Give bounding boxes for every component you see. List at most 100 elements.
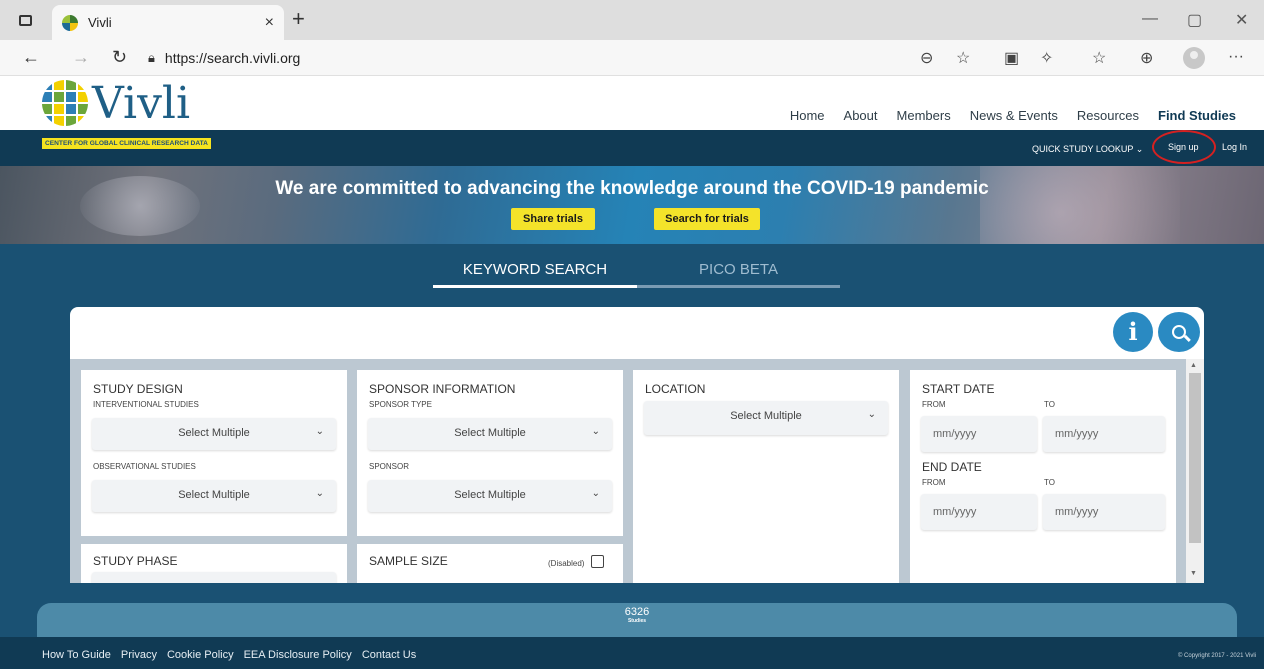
tab-pico-beta[interactable]: PICO BETA <box>637 258 840 288</box>
sponsor-label: SPONSOR <box>369 462 410 471</box>
interventional-label: INTERVENTIONAL STUDIES <box>93 400 199 409</box>
url-field[interactable]: 🔒︎ https://search.vivli.org <box>148 45 468 71</box>
chevron-down-icon: ⌄ <box>591 488 600 499</box>
location-panel: LOCATION Select Multiple ⌄ <box>633 370 899 583</box>
search-mode-tabs: KEYWORD SEARCH PICO BETA <box>433 258 840 288</box>
scroll-thumb[interactable] <box>1189 373 1201 543</box>
footer-links: How To Guide Privacy Cookie Policy EEA D… <box>42 649 416 661</box>
sample-size-panel: SAMPLE SIZE (Disabled) <box>357 544 623 583</box>
footer-how-to-guide[interactable]: How To Guide <box>42 649 111 661</box>
start-from-label: FROM <box>922 400 946 409</box>
nav-members[interactable]: Members <box>897 108 951 123</box>
new-tab-icon[interactable]: + <box>292 8 305 30</box>
profile-icon[interactable] <box>1183 47 1205 69</box>
footer-cookie-policy[interactable]: Cookie Policy <box>167 649 234 661</box>
keyword-search-input[interactable] <box>70 307 1204 359</box>
close-window-icon[interactable]: ✕ <box>1235 10 1248 30</box>
chevron-down-icon: ⌄ <box>591 426 600 437</box>
scroll-down-icon[interactable]: ▼ <box>1190 570 1197 577</box>
study-phase-title: STUDY PHASE <box>93 554 178 568</box>
collections-icon[interactable]: ⊕ <box>1140 48 1153 68</box>
sample-size-checkbox[interactable] <box>591 555 604 568</box>
study-phase-select[interactable] <box>92 572 336 583</box>
observational-select-value: Select Multiple <box>178 489 250 501</box>
start-to-input[interactable]: mm/yyyy <box>1043 416 1165 452</box>
url-text: https://search.vivli.org <box>164 50 301 66</box>
logo-text: Vivli <box>92 78 191 129</box>
vivli-logo[interactable]: Vivli <box>42 80 190 126</box>
extension-icon[interactable]: ▣ <box>1004 48 1019 68</box>
copyright: © Copyright 2017 - 2021 Vivli <box>1177 653 1256 659</box>
tab-close-icon[interactable]: × <box>265 14 274 32</box>
observational-select[interactable]: Select Multiple ⌄ <box>92 480 336 512</box>
search-trials-button[interactable]: Search for trials <box>654 208 760 230</box>
browser-address-bar: ← → ↻ 🔒︎ https://search.vivli.org ⊖ ☆ ▣ … <box>0 40 1264 76</box>
logo-tagline: CENTER FOR GLOBAL CLINICAL RESEARCH DATA <box>42 138 211 149</box>
sponsor-type-select[interactable]: Select Multiple ⌄ <box>368 418 612 450</box>
sponsor-title: SPONSOR INFORMATION <box>369 382 516 396</box>
nav-resources[interactable]: Resources <box>1077 108 1139 123</box>
end-from-label: FROM <box>922 478 946 487</box>
share-trials-button[interactable]: Share trials <box>511 208 595 230</box>
end-to-label: TO <box>1044 478 1055 487</box>
start-to-label: TO <box>1044 400 1055 409</box>
sample-size-title: SAMPLE SIZE <box>369 554 448 568</box>
sample-size-disabled-label: (Disabled) <box>548 559 585 568</box>
read-aloud-icon[interactable]: ☆ <box>956 48 970 68</box>
footer-contact-us[interactable]: Contact Us <box>362 649 416 661</box>
start-date-title: START DATE <box>922 382 995 396</box>
vivli-logo-icon <box>42 80 88 126</box>
restore-icon[interactable]: ▢ <box>1187 10 1202 30</box>
date-panel: START DATE FROM TO mm/yyyy mm/yyyy END D… <box>910 370 1176 583</box>
study-design-title: STUDY DESIGN <box>93 382 183 396</box>
info-button[interactable]: i <box>1113 312 1153 352</box>
tab-actions-icon <box>18 14 32 26</box>
observational-label: OBSERVATIONAL STUDIES <box>93 462 196 471</box>
forward-icon[interactable]: → <box>72 47 90 68</box>
footer-eea-disclosure[interactable]: EEA Disclosure Policy <box>244 649 352 661</box>
scroll-up-icon[interactable]: ▲ <box>1190 362 1197 369</box>
nav-find-studies[interactable]: Find Studies <box>1158 108 1236 123</box>
interventional-select[interactable]: Select Multiple ⌄ <box>92 418 336 450</box>
study-phase-panel: STUDY PHASE <box>81 544 347 583</box>
zoom-out-icon[interactable]: ⊖ <box>920 48 933 68</box>
start-from-input[interactable]: mm/yyyy <box>921 416 1037 452</box>
browser-tab-bar: Vivli × + — ▢ ✕ <box>0 0 1264 40</box>
extensions-icon[interactable]: ✧ <box>1040 48 1053 68</box>
back-icon[interactable]: ← <box>22 47 40 68</box>
location-select[interactable]: Select Multiple ⌄ <box>644 401 888 435</box>
study-design-panel: STUDY DESIGN INTERVENTIONAL STUDIES Sele… <box>81 370 347 536</box>
filters-scrollbar[interactable]: ▲ ▼ <box>1186 359 1204 583</box>
tab-keyword-search[interactable]: KEYWORD SEARCH <box>433 258 637 288</box>
search-button[interactable] <box>1158 312 1200 352</box>
login-link[interactable]: Log In <box>1222 142 1247 152</box>
refresh-icon[interactable]: ↻ <box>112 47 127 68</box>
results-label: Studies <box>627 618 647 624</box>
browser-tab[interactable]: Vivli × <box>52 5 284 40</box>
footer: How To Guide Privacy Cookie Policy EEA D… <box>0 637 1264 669</box>
tab-title: Vivli <box>88 15 112 30</box>
chevron-down-icon: ⌄ <box>867 409 876 420</box>
favorites-icon[interactable]: ☆ <box>1092 48 1106 68</box>
sponsor-type-select-value: Select Multiple <box>454 427 526 439</box>
nav-about[interactable]: About <box>844 108 878 123</box>
results-bar[interactable]: 6326 Studies <box>37 603 1237 637</box>
covid-banner: We are committed to advancing the knowle… <box>0 166 1264 244</box>
sponsor-select[interactable]: Select Multiple ⌄ <box>368 480 612 512</box>
nav-home[interactable]: Home <box>790 108 825 123</box>
minimize-icon[interactable]: — <box>1142 10 1158 28</box>
tab-actions-button[interactable] <box>14 10 36 30</box>
end-to-input[interactable]: mm/yyyy <box>1043 494 1165 530</box>
quick-study-lookup-dropdown[interactable]: QUICK STUDY LOOKUP ⌄ <box>1032 144 1143 155</box>
filters-area: STUDY DESIGN INTERVENTIONAL STUDIES Sele… <box>70 359 1204 583</box>
search-icon <box>1172 325 1186 339</box>
nav-news-events[interactable]: News & Events <box>970 108 1058 123</box>
footer-privacy[interactable]: Privacy <box>121 649 157 661</box>
sponsor-panel: SPONSOR INFORMATION SPONSOR TYPE Select … <box>357 370 623 536</box>
site-header: Vivli Home About Members News & Events R… <box>0 76 1264 130</box>
sponsor-type-label: SPONSOR TYPE <box>369 400 432 409</box>
vivli-favicon-icon <box>62 14 78 31</box>
end-from-input[interactable]: mm/yyyy <box>921 494 1037 530</box>
more-icon[interactable]: ··· <box>1228 48 1244 66</box>
signup-link[interactable]: Sign up <box>1168 142 1199 152</box>
